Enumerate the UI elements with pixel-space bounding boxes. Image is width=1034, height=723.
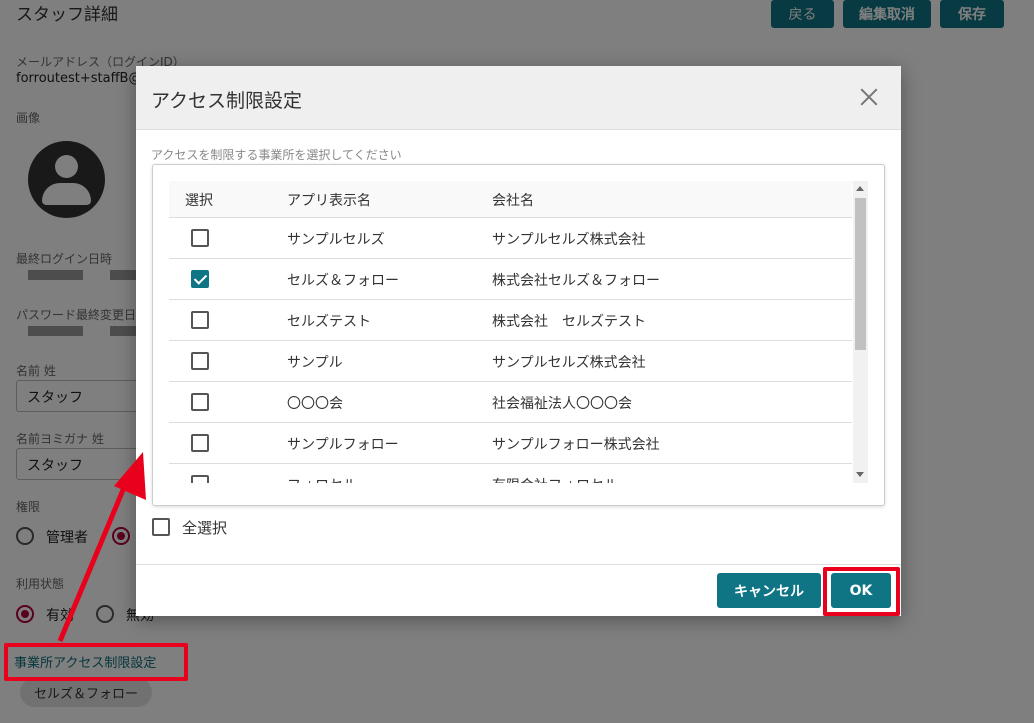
highlight-access-link <box>4 643 188 681</box>
dialog-header: アクセス制限設定 <box>136 66 901 130</box>
highlight-ok-button <box>823 567 900 616</box>
table-row: セルズテスト 株式会社 セルズテスト <box>169 300 852 341</box>
dialog-title: アクセス制限設定 <box>151 90 303 112</box>
table-row: サンプルセルズ サンプルセルズ株式会社 <box>169 218 852 259</box>
row-checkbox[interactable] <box>191 434 209 452</box>
access-restriction-dialog: アクセス制限設定 アクセスを制限する事業所を選択してください 選択 アプリ表示名… <box>136 66 901 616</box>
table-scrollbar[interactable] <box>853 181 868 483</box>
app-name-cell: フォロセル <box>287 475 357 483</box>
scroll-thumb[interactable] <box>855 198 866 350</box>
table-row: サンプルフォロー サンプルフォロー株式会社 <box>169 423 852 464</box>
company-cell: 有限会社フォロセル <box>492 475 618 483</box>
company-cell: 株式会社セルズ＆フォロー <box>492 273 660 289</box>
app-name-cell: 〇〇〇会 <box>287 396 343 412</box>
app-name-cell: セルズ＆フォロー <box>287 273 399 289</box>
company-cell: サンプルセルズ株式会社 <box>492 232 646 248</box>
scroll-up-icon[interactable] <box>856 186 864 191</box>
table-row: サンプル サンプルセルズ株式会社 <box>169 341 852 382</box>
table-row: 〇〇〇会 社会福祉法人〇〇〇会 <box>169 382 852 423</box>
row-checkbox[interactable] <box>191 475 209 483</box>
row-checkbox[interactable] <box>191 352 209 370</box>
company-cell: サンプルセルズ株式会社 <box>492 355 646 371</box>
table-body: サンプルセルズ サンプルセルズ株式会社 セルズ＆フォロー 株式会社セルズ＆フォロ… <box>169 218 852 483</box>
row-checkbox[interactable] <box>191 270 209 288</box>
row-checkbox[interactable] <box>191 229 209 247</box>
company-cell: 株式会社 セルズテスト <box>492 314 646 330</box>
scroll-down-icon[interactable] <box>856 472 864 477</box>
close-icon[interactable] <box>858 86 880 108</box>
column-header-app-name: アプリ表示名 <box>287 193 371 209</box>
table-row: フォロセル 有限会社フォロセル <box>169 464 852 483</box>
select-all-label[interactable]: 全選択 <box>182 517 227 538</box>
column-header-company: 会社名 <box>492 193 534 209</box>
row-checkbox[interactable] <box>191 393 209 411</box>
dialog-cancel-button[interactable]: キャンセル <box>717 573 821 608</box>
row-checkbox[interactable] <box>191 311 209 329</box>
app-name-cell: サンプル <box>287 355 343 371</box>
office-table: 選択 アプリ表示名 会社名 サンプルセルズ サンプルセルズ株式会社 セルズ＆フォ… <box>152 164 885 506</box>
table-viewport: 選択 アプリ表示名 会社名 サンプルセルズ サンプルセルズ株式会社 セルズ＆フォ… <box>169 181 852 483</box>
app-name-cell: セルズテスト <box>287 314 371 330</box>
table-header: 選択 アプリ表示名 会社名 <box>169 181 852 218</box>
company-cell: 社会福祉法人〇〇〇会 <box>492 396 632 412</box>
dialog-instruction: アクセスを制限する事業所を選択してください <box>151 148 402 162</box>
select-all-checkbox[interactable] <box>152 518 170 536</box>
table-row: セルズ＆フォロー 株式会社セルズ＆フォロー <box>169 259 852 300</box>
dialog-footer-divider <box>136 564 901 565</box>
column-header-select: 選択 <box>185 193 213 209</box>
app-name-cell: サンプルセルズ <box>287 232 385 248</box>
company-cell: サンプルフォロー株式会社 <box>492 437 660 453</box>
app-name-cell: サンプルフォロー <box>287 437 399 453</box>
